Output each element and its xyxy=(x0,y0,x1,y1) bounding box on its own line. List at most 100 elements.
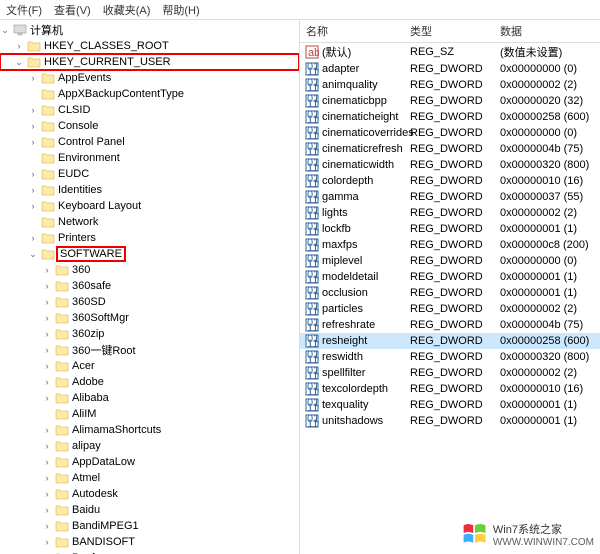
value-row[interactable]: gammaREG_DWORD0x00000037 (55) xyxy=(300,189,600,205)
expander-closed-icon[interactable]: › xyxy=(42,265,52,275)
menu-view[interactable]: 查看(V) xyxy=(54,2,91,17)
tree-item[interactable]: ›BandiMPEG1 xyxy=(0,518,299,534)
tree-item[interactable]: ›AlimamaShortcuts xyxy=(0,422,299,438)
expander-closed-icon[interactable]: › xyxy=(42,473,52,483)
tree-item[interactable]: ›Printers xyxy=(0,230,299,246)
expander-closed-icon[interactable]: › xyxy=(42,489,52,499)
expander-closed-icon[interactable]: › xyxy=(42,457,52,467)
col-header-data[interactable]: 数据 xyxy=(500,23,600,39)
expander-open-icon[interactable]: ⌄ xyxy=(14,57,24,68)
value-row[interactable]: particlesREG_DWORD0x00000002 (2) xyxy=(300,301,600,317)
col-header-name[interactable]: 名称 xyxy=(300,23,410,39)
value-row[interactable]: resheightREG_DWORD0x00000258 (600) xyxy=(300,333,600,349)
expander-closed-icon[interactable]: › xyxy=(42,393,52,403)
expander-closed-icon[interactable]: › xyxy=(42,505,52,515)
value-row[interactable]: maxfpsREG_DWORD0x000000c8 (200) xyxy=(300,237,600,253)
value-row[interactable]: cinematicheightREG_DWORD0x00000258 (600) xyxy=(300,109,600,125)
value-row[interactable]: cinematicwidthREG_DWORD0x00000320 (800) xyxy=(300,157,600,173)
tree-item[interactable]: ›Console xyxy=(0,118,299,134)
expander-closed-icon[interactable]: › xyxy=(42,313,52,323)
folder-icon xyxy=(55,488,69,500)
tree-item[interactable]: ⌄HKEY_CURRENT_USER xyxy=(0,54,299,70)
value-row[interactable]: adapterREG_DWORD0x00000000 (0) xyxy=(300,61,600,77)
value-row[interactable]: texqualityREG_DWORD0x00000001 (1) xyxy=(300,397,600,413)
tree-item[interactable]: ›HKEY_CLASSES_ROOT xyxy=(0,38,299,54)
dword-value-icon xyxy=(304,190,320,204)
expander-closed-icon[interactable]: › xyxy=(28,185,38,195)
expander-closed-icon[interactable]: › xyxy=(42,537,52,547)
value-row[interactable]: cinematicrefreshREG_DWORD0x0000004b (75) xyxy=(300,141,600,157)
menu-favorites[interactable]: 收藏夹(A) xyxy=(103,2,151,17)
tree-item[interactable]: ›AppEvents xyxy=(0,70,299,86)
tree-item[interactable]: ›AppDataLow xyxy=(0,454,299,470)
dword-value-icon xyxy=(304,94,320,108)
tree-item[interactable]: ›Baofeng xyxy=(0,550,299,554)
expander-closed-icon[interactable]: › xyxy=(42,345,52,355)
value-row[interactable]: (默认)REG_SZ(数值未设置) xyxy=(300,43,600,61)
tree-item[interactable]: ›360safe xyxy=(0,278,299,294)
expander-closed-icon[interactable]: › xyxy=(42,441,52,451)
tree-item[interactable]: ›360一键Root xyxy=(0,342,299,358)
value-row[interactable]: lightsREG_DWORD0x00000002 (2) xyxy=(300,205,600,221)
col-header-type[interactable]: 类型 xyxy=(410,23,500,39)
tree-item[interactable]: ›Baidu xyxy=(0,502,299,518)
expander-closed-icon[interactable]: › xyxy=(28,137,38,147)
tree-item[interactable]: ›360SD xyxy=(0,294,299,310)
value-row[interactable]: cinematicoverridesREG_DWORD0x00000000 (0… xyxy=(300,125,600,141)
expander-closed-icon[interactable]: › xyxy=(42,425,52,435)
tree-item[interactable]: ›360 xyxy=(0,262,299,278)
value-row[interactable]: lockfbREG_DWORD0x00000001 (1) xyxy=(300,221,600,237)
value-row[interactable]: animqualityREG_DWORD0x00000002 (2) xyxy=(300,77,600,93)
expander-open-icon[interactable]: ⌄ xyxy=(0,25,10,36)
tree-item[interactable]: ⌄SOFTWARE xyxy=(0,246,299,262)
value-row[interactable]: refreshrateREG_DWORD0x0000004b (75) xyxy=(300,317,600,333)
tree-item[interactable]: ⌄计算机 xyxy=(0,22,299,38)
tree-item[interactable]: ›CLSID xyxy=(0,102,299,118)
value-row[interactable]: colordepthREG_DWORD0x00000010 (16) xyxy=(300,173,600,189)
expander-closed-icon[interactable]: › xyxy=(28,233,38,243)
value-data: (数值未设置) xyxy=(500,44,600,60)
tree-item[interactable]: Network xyxy=(0,214,299,230)
value-row[interactable]: occlusionREG_DWORD0x00000001 (1) xyxy=(300,285,600,301)
value-row[interactable]: modeldetailREG_DWORD0x00000001 (1) xyxy=(300,269,600,285)
tree-item[interactable]: ›Keyboard Layout xyxy=(0,198,299,214)
tree-item[interactable]: ›Acer xyxy=(0,358,299,374)
tree-item[interactable]: ›EUDC xyxy=(0,166,299,182)
tree-item[interactable]: ›360zip xyxy=(0,326,299,342)
expander-closed-icon[interactable]: › xyxy=(14,41,24,51)
expander-closed-icon[interactable]: › xyxy=(28,73,38,83)
tree-item[interactable]: Environment xyxy=(0,150,299,166)
tree-item[interactable]: ›Autodesk xyxy=(0,486,299,502)
registry-tree[interactable]: ⌄计算机›HKEY_CLASSES_ROOT⌄HKEY_CURRENT_USER… xyxy=(0,20,300,554)
tree-item[interactable]: ›Identities xyxy=(0,182,299,198)
tree-item[interactable]: AppXBackupContentType xyxy=(0,86,299,102)
expander-closed-icon[interactable]: › xyxy=(42,281,52,291)
tree-item[interactable]: AliIM xyxy=(0,406,299,422)
expander-closed-icon[interactable]: › xyxy=(42,377,52,387)
tree-item[interactable]: ›Alibaba xyxy=(0,390,299,406)
value-row[interactable]: cinematicbppREG_DWORD0x00000020 (32) xyxy=(300,93,600,109)
tree-item[interactable]: ›360SoftMgr xyxy=(0,310,299,326)
tree-item[interactable]: ›alipay xyxy=(0,438,299,454)
expander-closed-icon[interactable]: › xyxy=(28,169,38,179)
expander-closed-icon[interactable]: › xyxy=(42,297,52,307)
tree-item[interactable]: ›Atmel xyxy=(0,470,299,486)
tree-item[interactable]: ›BANDISOFT xyxy=(0,534,299,550)
tree-item[interactable]: ›Control Panel xyxy=(0,134,299,150)
value-row[interactable]: reswidthREG_DWORD0x00000320 (800) xyxy=(300,349,600,365)
value-data: 0x00000000 (0) xyxy=(500,127,600,139)
tree-item[interactable]: ›Adobe xyxy=(0,374,299,390)
expander-closed-icon[interactable]: › xyxy=(28,201,38,211)
expander-closed-icon[interactable]: › xyxy=(42,329,52,339)
menu-help[interactable]: 帮助(H) xyxy=(162,2,199,17)
value-row[interactable]: spellfilterREG_DWORD0x00000002 (2) xyxy=(300,365,600,381)
menu-file[interactable]: 文件(F) xyxy=(6,2,42,17)
expander-closed-icon[interactable]: › xyxy=(42,361,52,371)
value-row[interactable]: texcolordepthREG_DWORD0x00000010 (16) xyxy=(300,381,600,397)
expander-closed-icon[interactable]: › xyxy=(28,105,38,115)
expander-closed-icon[interactable]: › xyxy=(28,121,38,131)
value-row[interactable]: miplevelREG_DWORD0x00000000 (0) xyxy=(300,253,600,269)
expander-open-icon[interactable]: ⌄ xyxy=(28,249,38,260)
expander-closed-icon[interactable]: › xyxy=(42,521,52,531)
value-row[interactable]: unitshadowsREG_DWORD0x00000001 (1) xyxy=(300,413,600,429)
